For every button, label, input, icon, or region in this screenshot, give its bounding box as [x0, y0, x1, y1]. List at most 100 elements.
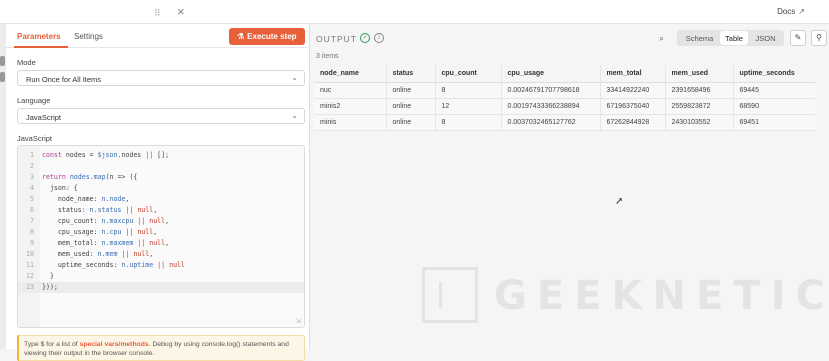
close-icon[interactable]: ×: [177, 4, 185, 19]
table-cell[interactable]: 67262844928: [600, 114, 666, 131]
table-cell[interactable]: 0.0037032465127762: [501, 114, 601, 131]
chevron-down-icon: ⌄: [291, 111, 298, 120]
table-cell[interactable]: 2430103552: [665, 114, 734, 131]
column-header[interactable]: node_name: [314, 65, 387, 83]
code-text: mem_total: n.maxmem || null,: [42, 239, 170, 247]
watermark-logo: [422, 267, 478, 323]
code-line[interactable]: 7 cpu_count: n.maxcpu || null,: [18, 216, 304, 227]
code-line[interactable]: 10 mem_used: n.mem || null,: [18, 249, 304, 260]
external-link-icon: ↗: [798, 7, 805, 16]
code-hint: Type $ for a list of special vars/method…: [17, 335, 305, 361]
docs-label: Docs: [777, 7, 796, 16]
column-header[interactable]: status: [386, 65, 436, 83]
table-cell[interactable]: nuc: [314, 82, 387, 99]
table-row: nuc online 8 0.00246791707798618 33414922240…: [314, 82, 815, 99]
search-icon[interactable]: ⌕: [659, 33, 664, 44]
code-line[interactable]: 8 cpu_usage: n.cpu || null,: [18, 227, 304, 238]
line-number: 6: [30, 206, 34, 214]
code-line[interactable]: 3 return nodes.map(n => ({: [18, 172, 304, 183]
code-line[interactable]: 9 mem_total: n.maxmem || null,: [18, 238, 304, 249]
drag-handle-icon[interactable]: ⠿: [154, 8, 161, 19]
parameters-panel: Parameters Settings ⚗ Execute step Mode R…: [6, 24, 310, 361]
resize-handle-icon[interactable]: ⇲: [295, 317, 301, 325]
output-table: node_name status cpu_count cpu_usage mem_tot…: [314, 65, 815, 131]
line-number: 4: [30, 184, 34, 192]
column-header[interactable]: cpu_usage: [501, 65, 601, 83]
chevron-down-icon: ⌄: [291, 73, 298, 82]
table-cell[interactable]: 33414922240: [600, 82, 666, 99]
code-label: JavaScript: [17, 134, 53, 143]
code-line[interactable]: 1 const nodes = $json.nodes || [];: [18, 150, 304, 161]
table-cell[interactable]: 2559823872: [665, 98, 734, 115]
table-cell[interactable]: online: [386, 98, 436, 115]
code-line[interactable]: 6 status: n.status || null,: [18, 205, 304, 216]
table-row: minis online 8 0.0037032465127762 6726284492…: [314, 114, 815, 131]
mouse-pointer-icon: ➚: [615, 196, 624, 207]
line-number: 3: [30, 173, 34, 181]
code-line[interactable]: 2: [18, 161, 304, 172]
code-text: uptime_seconds: n.uptime || null: [42, 261, 185, 269]
pin-data-button[interactable]: ⚲: [811, 30, 827, 46]
view-schema[interactable]: Schema: [680, 31, 719, 45]
resize-knob[interactable]: [0, 72, 5, 82]
execute-step-button[interactable]: ⚗ Execute step: [229, 28, 305, 45]
table-cell[interactable]: minis: [314, 114, 387, 131]
table-cell[interactable]: 69445: [733, 82, 815, 99]
code-text: }));: [42, 283, 58, 291]
tab-settings[interactable]: Settings: [74, 32, 103, 41]
line-number: 1: [30, 151, 34, 159]
code-line[interactable]: 12 }: [18, 271, 304, 282]
tab-parameters[interactable]: Parameters: [17, 32, 61, 41]
edit-output-button[interactable]: ✎: [790, 30, 806, 46]
column-header[interactable]: mem_used: [665, 65, 734, 83]
code-line[interactable]: 5 node_name: n.node,: [18, 194, 304, 205]
table-cell[interactable]: 0.00197433366238894: [501, 98, 601, 115]
code-line[interactable]: 4 json: {: [18, 183, 304, 194]
line-number: 11: [26, 261, 34, 269]
flask-icon: ⚗: [237, 32, 245, 41]
code-text: return nodes.map(n => ({: [42, 173, 138, 181]
code-text: const nodes = $json.nodes || [];: [42, 151, 170, 159]
code-text: cpu_count: n.maxcpu || null,: [42, 217, 170, 225]
view-table[interactable]: Table: [720, 31, 748, 45]
execute-step-label: Execute step: [247, 32, 297, 41]
table-cell[interactable]: 8: [435, 82, 502, 99]
table-cell[interactable]: 12: [435, 98, 502, 115]
line-number: 7: [30, 217, 34, 225]
code-editor[interactable]: 1 const nodes = $json.nodes || []; 2 3 retur…: [17, 145, 305, 328]
code-text: cpu_usage: n.cpu || null,: [42, 228, 158, 236]
table-cell[interactable]: 2391658496: [665, 82, 734, 99]
docs-link[interactable]: Docs ↗: [777, 7, 805, 16]
code-text: mem_used: n.mem || null,: [42, 250, 154, 258]
info-icon[interactable]: i: [374, 33, 384, 43]
table-cell[interactable]: online: [386, 82, 436, 99]
success-check-icon: ✓: [360, 33, 370, 43]
mode-select[interactable]: Run Once for All Items ⌄: [17, 70, 305, 86]
code-line[interactable]: 11 uptime_seconds: n.uptime || null: [18, 260, 304, 271]
column-header[interactable]: uptime_seconds: [733, 65, 815, 83]
column-header[interactable]: mem_total: [600, 65, 666, 83]
hint-text: Type $ for a list of: [24, 341, 80, 348]
view-json[interactable]: JSON: [750, 31, 781, 45]
table-cell[interactable]: 68590: [733, 98, 815, 115]
table-cell[interactable]: 8: [435, 114, 502, 131]
line-number: 12: [26, 272, 34, 280]
table-cell[interactable]: 0.00246791707798618: [501, 82, 601, 99]
top-bar: ⠿ × Docs ↗: [0, 0, 829, 24]
active-tab-indicator: [14, 46, 68, 48]
code-text: node_name: n.node,: [42, 195, 130, 203]
table-cell[interactable]: online: [386, 114, 436, 131]
language-select[interactable]: JavaScript ⌄: [17, 108, 305, 124]
mode-label: Mode: [17, 58, 36, 67]
code-line[interactable]: 13}));: [18, 282, 304, 293]
column-header[interactable]: cpu_count: [435, 65, 502, 83]
table-cell[interactable]: minis2: [314, 98, 387, 115]
resize-knob[interactable]: [0, 56, 5, 66]
table-cell[interactable]: 69451: [733, 114, 815, 131]
special-vars-link[interactable]: special vars/methods: [80, 341, 149, 348]
line-number: 10: [26, 250, 34, 258]
code-text: status: n.status || null,: [42, 206, 158, 214]
table-cell[interactable]: 67196375040: [600, 98, 666, 115]
mode-value: Run Once for All Items: [26, 75, 102, 84]
output-panel: OUTPUT ✓ i 3 items ⌕ Schema Table JSON ✎…: [310, 24, 829, 349]
